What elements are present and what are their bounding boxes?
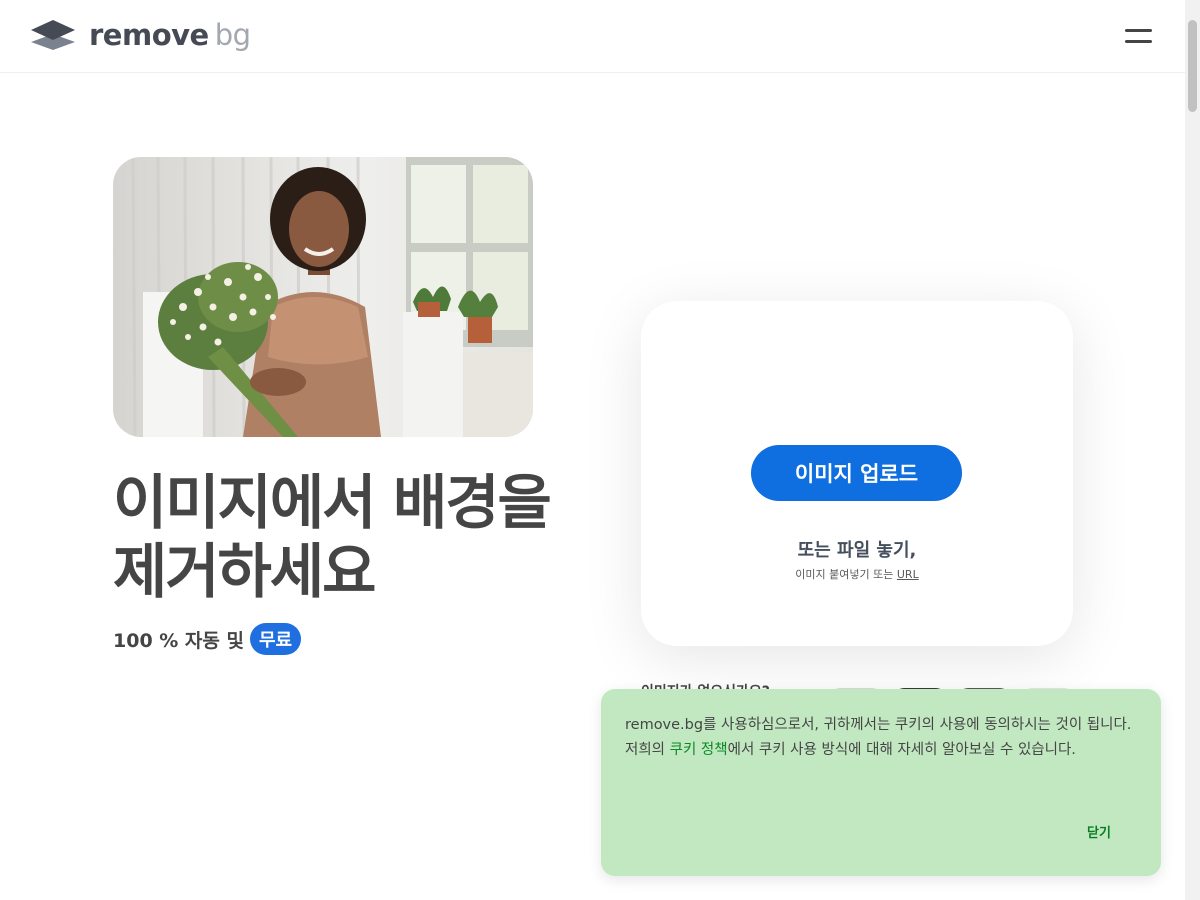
logo-word-bg: bg: [214, 17, 251, 52]
cookie-close-button[interactable]: 닫기: [1071, 817, 1127, 845]
drop-file-text: 또는 파일 놓기,: [797, 540, 917, 561]
hero-subline: 100 % 자동 및 무료: [113, 623, 302, 655]
upload-image-button[interactable]: 이미지 업로드: [751, 445, 962, 501]
subline-text: 100 % 자동 및: [113, 629, 244, 652]
scrollbar-thumb[interactable]: [1188, 20, 1197, 112]
hero-image: [113, 157, 533, 437]
logo-wordmark: remove bg: [89, 17, 251, 52]
paste-prefix: 이미지 붙여넣기 또는: [795, 568, 894, 581]
cookie-text-after: 에서 쿠키 사용 방식에 대해 자세히 알아보실 수 있습니다.: [727, 741, 1076, 758]
url-link[interactable]: URL: [897, 568, 919, 581]
logo-layers-icon: [31, 20, 75, 50]
site-header: remove bg: [0, 0, 1185, 73]
page-headline: 이미지에서 배경을 제거하세요: [113, 468, 552, 606]
logo-word-remove: remove: [89, 17, 209, 52]
page-scrollbar[interactable]: [1185, 0, 1200, 900]
cookie-message: remove.bg를 사용하심으로서, 귀하께서는 쿠키의 사용에 동의하시는 …: [625, 713, 1137, 762]
woman-with-bouquet-photo: [113, 157, 533, 437]
hamburger-menu-icon[interactable]: [1120, 25, 1156, 49]
upload-dropzone[interactable]: 이미지 업로드 또는 파일 놓기, 이미지 붙여넣기 또는 URL: [641, 301, 1073, 646]
cookie-policy-link[interactable]: 쿠키 정책: [670, 742, 728, 758]
paste-image-hint: 이미지 붙여넣기 또는 URL: [641, 566, 1073, 582]
free-badge: 무료: [249, 623, 302, 655]
cookie-consent-banner: remove.bg를 사용하심으로서, 귀하께서는 쿠키의 사용에 동의하시는 …: [601, 689, 1161, 876]
removebg-logo[interactable]: remove bg: [31, 18, 251, 52]
